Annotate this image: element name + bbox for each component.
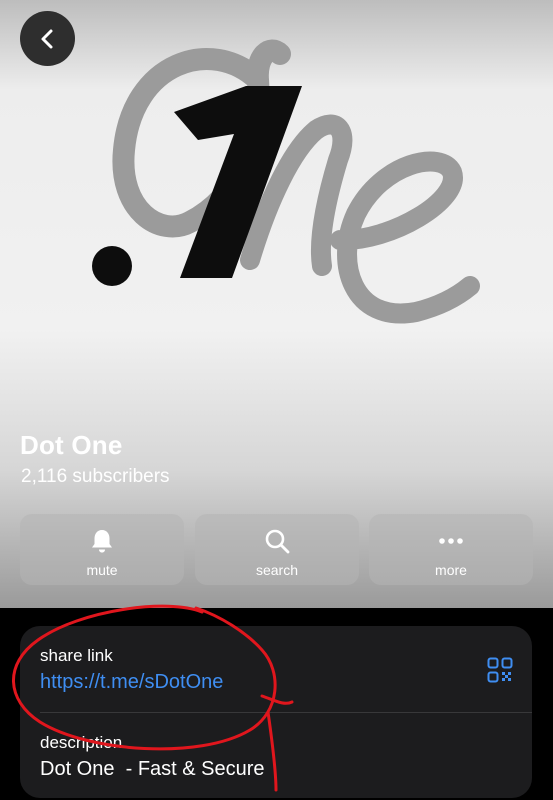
qr-code-icon[interactable] bbox=[487, 657, 513, 683]
channel-title: Dot One bbox=[20, 430, 123, 460]
mute-button[interactable]: mute bbox=[20, 514, 184, 585]
description-text: Dot One - Fast & Secure bbox=[40, 758, 265, 780]
search-label: search bbox=[255, 562, 299, 578]
description-label: description bbox=[40, 733, 123, 752]
bell-icon bbox=[92, 530, 112, 553]
channel-header: Dot One 2,116 subscribers mute search mo… bbox=[0, 0, 553, 608]
channel-logo bbox=[92, 39, 480, 324]
channel-info-card: share link https://t.me/sDotOne descript… bbox=[20, 626, 532, 798]
back-button[interactable] bbox=[20, 11, 75, 66]
share-link[interactable]: https://t.me/sDotOne bbox=[40, 671, 223, 694]
search-icon bbox=[265, 529, 290, 554]
more-label: more bbox=[435, 562, 467, 578]
more-button[interactable]: more bbox=[369, 514, 533, 585]
search-button[interactable]: search bbox=[195, 514, 359, 585]
share-link-label: share link bbox=[40, 646, 113, 665]
divider bbox=[40, 712, 532, 713]
chevron-left-icon bbox=[41, 29, 52, 48]
subscriber-count: 2,116 subscribers bbox=[21, 466, 170, 487]
more-dots-icon bbox=[439, 538, 463, 544]
mute-label: mute bbox=[86, 562, 118, 578]
